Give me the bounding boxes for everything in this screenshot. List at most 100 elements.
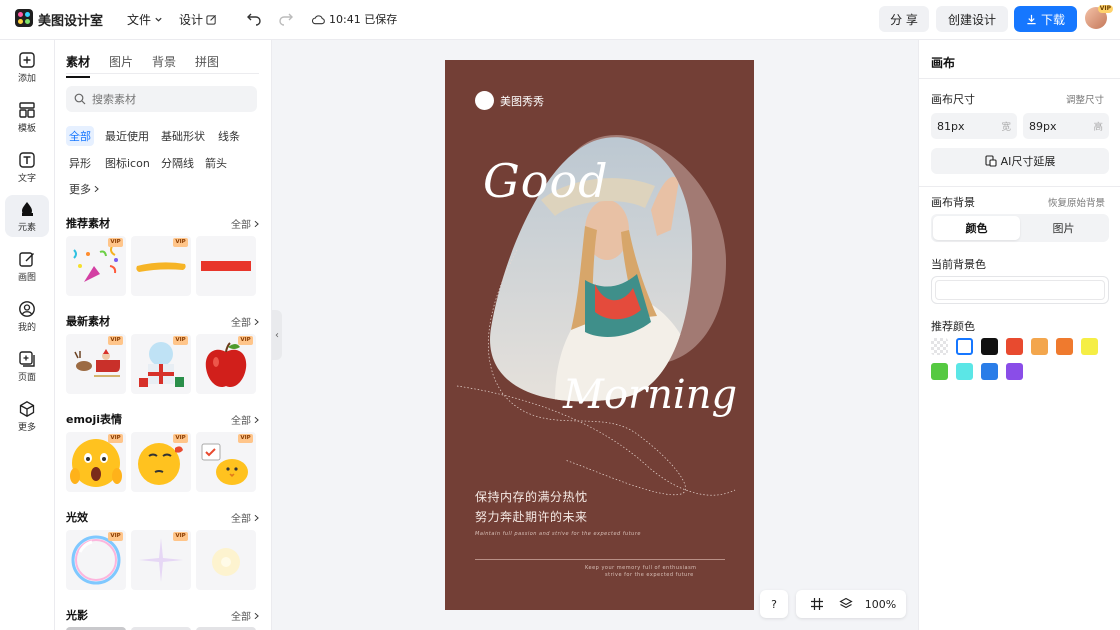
- current-color-preview: [935, 280, 1105, 300]
- cn-text-line-1[interactable]: 保持内存的满分热忱: [475, 488, 588, 505]
- asset-thinking-emoji[interactable]: VIP: [131, 432, 191, 492]
- share-button[interactable]: 分 享: [879, 6, 929, 32]
- rail-item-add[interactable]: 添加: [5, 46, 49, 88]
- swatch-yellow[interactable]: [1081, 338, 1098, 355]
- segment-color[interactable]: 颜色: [933, 216, 1020, 240]
- tab-materials[interactable]: 素材: [66, 53, 91, 78]
- design-canvas[interactable]: 美图秀秀 Good Morning 保持内存的满分热忱 努力奔赴期许的未来 Ma…: [445, 60, 754, 610]
- ai-extend-button[interactable]: AI尺寸延展: [931, 148, 1109, 174]
- see-all-link[interactable]: 全部: [231, 608, 260, 623]
- file-menu-label: 文件: [127, 13, 152, 27]
- see-all-link[interactable]: 全部: [231, 314, 260, 329]
- asset-red-apple[interactable]: VIP: [196, 334, 256, 394]
- width-unit: 宽: [1001, 122, 1011, 133]
- cube-icon: [19, 400, 35, 417]
- chip-lines[interactable]: 线条: [215, 126, 243, 146]
- tabs-divider: [66, 73, 259, 74]
- chip-icons[interactable]: 图标icon: [102, 153, 153, 173]
- rail-item-draw[interactable]: 画图: [5, 245, 49, 287]
- chevron-right-icon: [94, 185, 99, 193]
- en-subtext[interactable]: Maintain full passion and strive for the…: [475, 531, 641, 537]
- asset-shocked-emoji[interactable]: VIP: [66, 432, 126, 492]
- user-icon: [19, 300, 35, 317]
- height-field[interactable]: 89px 高: [1023, 113, 1109, 139]
- swatch-white[interactable]: [956, 338, 973, 355]
- chevron-right-icon: [254, 514, 259, 521]
- chip-all[interactable]: 全部: [66, 126, 94, 146]
- panel-divider: [919, 186, 1120, 187]
- vip-badge: VIP: [108, 532, 123, 541]
- asset-brush-stroke[interactable]: VIP: [131, 236, 191, 296]
- rail-item-more[interactable]: 更多: [5, 395, 49, 437]
- file-menu-button[interactable]: 文件: [127, 11, 163, 28]
- rail-item-text[interactable]: 文字: [5, 146, 49, 188]
- tab-images[interactable]: 图片: [109, 53, 133, 78]
- rail-item-elements[interactable]: 元素: [5, 195, 49, 237]
- asset-confetti-popper[interactable]: VIP: [66, 236, 126, 296]
- download-button[interactable]: 下载: [1014, 6, 1077, 32]
- undo-icon[interactable]: [246, 10, 262, 26]
- swatch-cyan[interactable]: [956, 363, 973, 380]
- swatch-black[interactable]: [981, 338, 998, 355]
- edit-icon: [19, 251, 34, 267]
- tab-collage[interactable]: 拼图: [195, 53, 219, 78]
- asset-chick-emoji[interactable]: VIP: [196, 432, 256, 492]
- adjust-size-link[interactable]: 调整尺寸: [1066, 92, 1104, 106]
- chip-irregular[interactable]: 异形: [66, 153, 94, 173]
- see-all-label: 全部: [231, 514, 251, 525]
- see-all-link[interactable]: 全部: [231, 412, 260, 427]
- see-all-link[interactable]: 全部: [231, 510, 260, 525]
- canvas-bg-label: 画布背景: [931, 196, 975, 209]
- width-field[interactable]: 81px 宽: [931, 113, 1017, 139]
- grid-icon[interactable]: [810, 597, 824, 611]
- swatch-green[interactable]: [931, 363, 948, 380]
- swatch-light-orange[interactable]: [1031, 338, 1048, 355]
- segment-image[interactable]: 图片: [1020, 216, 1107, 240]
- headline-good[interactable]: Good: [483, 154, 609, 208]
- current-bg-color-field[interactable]: [931, 276, 1109, 304]
- redo-icon[interactable]: [278, 10, 294, 26]
- chip-more-label: 更多: [69, 183, 91, 196]
- rail-label: 页面: [17, 372, 36, 383]
- asset-bubble[interactable]: VIP: [66, 530, 126, 590]
- user-avatar[interactable]: VIP: [1085, 5, 1113, 29]
- swatch-blue[interactable]: [981, 363, 998, 380]
- app-name: 美图设计室: [38, 14, 104, 29]
- chip-arrows[interactable]: 箭头: [202, 153, 230, 173]
- asset-gift-globe[interactable]: VIP: [131, 334, 191, 394]
- tab-backgrounds[interactable]: 背景: [152, 53, 176, 78]
- swatch-red[interactable]: [1006, 338, 1023, 355]
- restore-bg-link[interactable]: 恢复原始背景: [1048, 195, 1105, 209]
- chip-more[interactable]: 更多: [66, 179, 103, 199]
- search-input[interactable]: [92, 92, 242, 106]
- zoom-level[interactable]: 100%: [865, 598, 896, 611]
- asset-reindeer-sleigh[interactable]: VIP: [66, 334, 126, 394]
- rail-label: 画图: [17, 272, 36, 283]
- asset-red-bar[interactable]: [196, 236, 256, 296]
- design-menu-button[interactable]: 设计: [179, 11, 217, 28]
- collapse-panel-handle[interactable]: ‹: [272, 310, 282, 360]
- en-footer-line-2[interactable]: strive for the expected future: [605, 572, 694, 578]
- rail-item-mine[interactable]: 我的: [5, 295, 49, 337]
- rail-item-pages[interactable]: 页面: [5, 345, 49, 387]
- brand-mark: 美图秀秀: [475, 91, 544, 110]
- swatch-purple[interactable]: [1006, 363, 1023, 380]
- cn-text-line-2[interactable]: 努力奔赴期许的未来: [475, 508, 588, 525]
- headline-morning[interactable]: Morning: [563, 372, 737, 418]
- swatch-transparent[interactable]: [931, 338, 948, 355]
- brand-logo-icon: [475, 91, 494, 110]
- see-all-link[interactable]: 全部: [231, 216, 260, 231]
- asset-sparkle[interactable]: VIP: [131, 530, 191, 590]
- chip-dividers[interactable]: 分隔线: [158, 153, 197, 173]
- layers-icon[interactable]: [839, 597, 853, 611]
- help-button[interactable]: ?: [760, 590, 788, 618]
- chip-recent[interactable]: 最近使用: [102, 126, 152, 146]
- section-title: emoji表情: [66, 413, 123, 426]
- en-footer-line-1[interactable]: Keep your memory full of enthusiasm: [585, 565, 697, 571]
- asset-glow[interactable]: [196, 530, 256, 590]
- rail-item-templates[interactable]: 模板: [5, 96, 49, 138]
- create-design-button[interactable]: 创建设计: [936, 6, 1008, 32]
- swatch-orange[interactable]: [1056, 338, 1073, 355]
- search-box[interactable]: [66, 86, 257, 112]
- chip-basic-shapes[interactable]: 基础形状: [158, 126, 208, 146]
